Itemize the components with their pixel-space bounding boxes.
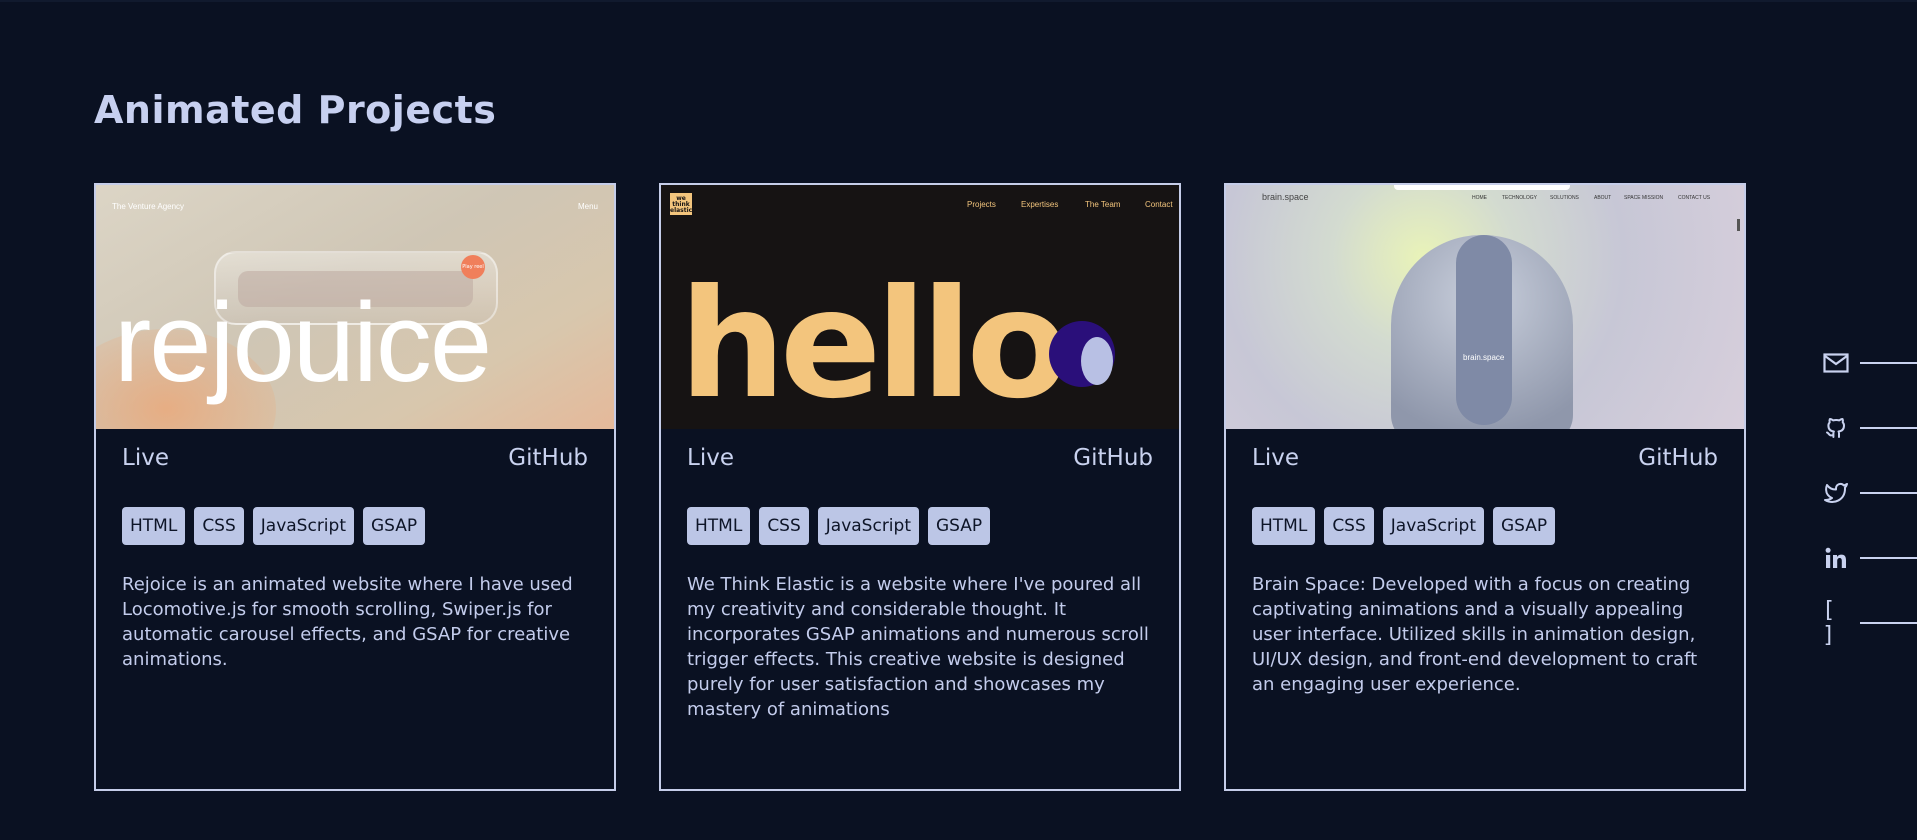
social-line	[1860, 557, 1917, 559]
thumb-nav-projects: Projects	[967, 200, 996, 209]
thumb-wordmark: rejouice	[114, 280, 492, 405]
mail-icon[interactable]	[1822, 349, 1850, 377]
thumb-nav-technology: TECHNOLOGY	[1502, 195, 1538, 201]
tag-css: CSS	[1324, 507, 1374, 545]
social-twitter[interactable]	[1822, 478, 1917, 508]
thumb-nav-space-mission: SPACE MISSION	[1624, 195, 1664, 201]
live-link[interactable]: Live	[122, 445, 169, 471]
project-links: Live GitHub	[1252, 445, 1718, 475]
thumb-logo: we think elastic	[670, 193, 693, 215]
thumb-top-bar	[1394, 185, 1570, 190]
linkedin-icon[interactable]	[1822, 544, 1850, 572]
project-card-rejouice: The Venture Agency Menu Play reel rejoui…	[94, 183, 616, 791]
project-thumbnail[interactable]: we think elastic Projects Expertises The…	[661, 185, 1179, 429]
thumb-brand: brain.space	[1262, 192, 1309, 202]
github-link[interactable]: GitHub	[1073, 445, 1153, 471]
social-github[interactable]	[1822, 413, 1917, 443]
project-description: Rejoice is an animated website where I h…	[122, 574, 573, 670]
thumb-nav-home: HOME	[1472, 195, 1487, 201]
thumb-helmet-strip	[1456, 235, 1512, 425]
thumb-nav-about: ABOUT	[1594, 195, 1612, 201]
tag-html: HTML	[1252, 507, 1316, 545]
live-link[interactable]: Live	[687, 445, 734, 471]
social-linkedin[interactable]	[1822, 543, 1917, 573]
tag-gsap: GSAP	[927, 507, 991, 545]
thumb-wordmark: hello	[679, 258, 1069, 429]
project-thumbnail[interactable]: The Venture Agency Menu Play reel rejoui…	[96, 185, 614, 429]
tag-css: CSS	[759, 507, 809, 545]
thumb-nav-contact-us: CONTACT US	[1678, 195, 1711, 201]
project-description: We Think Elastic is a website where I've…	[687, 574, 1149, 720]
tag-javascript: JavaScript	[1382, 507, 1484, 545]
github-icon[interactable]	[1822, 414, 1850, 442]
section-title: Animated Projects	[94, 88, 497, 132]
tag-gsap: GSAP	[1492, 507, 1556, 545]
tag-html: HTML	[687, 507, 751, 545]
thumb-nav-solutions: SOLUTIONS	[1550, 195, 1579, 201]
social-mail[interactable]	[1822, 348, 1917, 378]
twitter-icon[interactable]	[1822, 479, 1850, 507]
tag-html: HTML	[122, 507, 186, 545]
thumb-nav-team: The Team	[1085, 200, 1121, 209]
social-line	[1860, 492, 1917, 494]
thumb-scrollbar	[1737, 219, 1740, 231]
social-resume[interactable]: [ ]	[1822, 598, 1917, 648]
thumb-nav-expertises: Expertises	[1021, 200, 1059, 209]
resume-icon[interactable]: [ ]	[1822, 598, 1850, 648]
tech-tags: HTML CSS JavaScript GSAP	[122, 507, 426, 545]
tech-tags: HTML CSS JavaScript GSAP	[1252, 507, 1556, 545]
thumb-nav-menu: Menu	[577, 202, 598, 211]
github-link[interactable]: GitHub	[1638, 445, 1718, 471]
play-reel-badge: Play reel	[461, 255, 485, 279]
social-line	[1860, 622, 1917, 624]
top-divider	[0, 0, 1917, 2]
thumb-circle-light	[1081, 337, 1113, 385]
tag-css: CSS	[194, 507, 244, 545]
tech-tags: HTML CSS JavaScript GSAP	[687, 507, 991, 545]
tag-javascript: JavaScript	[817, 507, 919, 545]
thumb-helmet-label: brain.space	[1463, 353, 1505, 362]
github-link[interactable]: GitHub	[508, 445, 588, 471]
project-thumbnail[interactable]: brain.space HOME TECHNOLOGY SOLUTIONS AB…	[1226, 185, 1744, 429]
social-line	[1860, 362, 1917, 364]
project-description: Brain Space: Developed with a focus on c…	[1252, 574, 1698, 695]
project-card-we-think-elastic: we think elastic Projects Expertises The…	[659, 183, 1181, 791]
thumb-nav-agency: The Venture Agency	[112, 202, 185, 211]
thumb-nav-contact: Contact	[1145, 200, 1173, 209]
project-links: Live GitHub	[687, 445, 1153, 475]
project-links: Live GitHub	[122, 445, 588, 475]
project-card-brain-space: brain.space HOME TECHNOLOGY SOLUTIONS AB…	[1224, 183, 1746, 791]
tag-javascript: JavaScript	[252, 507, 354, 545]
tag-gsap: GSAP	[362, 507, 426, 545]
social-line	[1860, 427, 1917, 429]
live-link[interactable]: Live	[1252, 445, 1299, 471]
